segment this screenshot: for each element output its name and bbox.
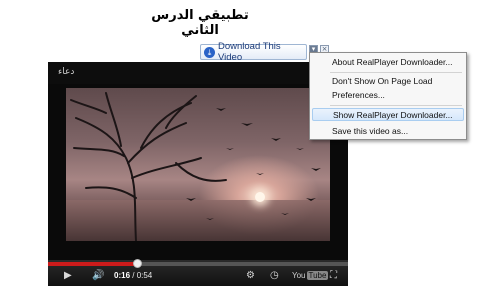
download-video-button[interactable]: ⤓ Download This Video [200,41,307,63]
volume-icon[interactable]: 🔊 [92,270,104,281]
progress-bar[interactable] [48,259,348,268]
time-display: 0:16 / 0:54 [114,271,152,280]
menu-separator [330,72,462,73]
birds [186,108,321,220]
fullscreen-icon[interactable]: ⛶ [330,270,337,281]
menu-item-preferences[interactable]: Preferences... [312,89,464,102]
video-title-bar: دعاء ▼ M [48,62,348,84]
download-icon: ⤓ [204,46,215,58]
play-icon[interactable]: ▶ [64,270,72,281]
youtube-logo-tube: Tube [306,270,329,280]
time-separator: / [130,271,137,280]
watch-later-icon[interactable]: ◷ [270,270,279,281]
menu-item-show-downloader[interactable]: Show RealPlayer Downloader... [312,108,464,121]
video-frame[interactable] [66,88,330,241]
menu-item-save-video[interactable]: Save this video as... [312,125,464,138]
realplayer-context-menu: About RealPlayer Downloader... Don't Sho… [309,52,467,140]
menu-item-about[interactable]: About RealPlayer Downloader... [312,56,464,69]
download-button-label: Download This Video [218,41,281,63]
tree-silhouette [70,92,321,241]
menu-item-dont-show[interactable]: Don't Show On Page Load [312,75,464,88]
progress-fill [48,262,137,266]
settings-icon[interactable]: ⚙ [246,270,255,281]
menu-separator [330,105,462,106]
youtube-logo-you: You [292,270,306,280]
youtube-logo[interactable]: You Tube [292,270,329,280]
page-title: تطبيقي الدرس الثاني [151,8,249,38]
progress-scrubber[interactable] [132,259,142,268]
video-player[interactable]: دعاء ▼ M [48,62,348,286]
channel-label: دعاء [58,67,75,77]
time-total: 0:54 [136,271,153,280]
time-current: 0:16 [114,271,131,280]
